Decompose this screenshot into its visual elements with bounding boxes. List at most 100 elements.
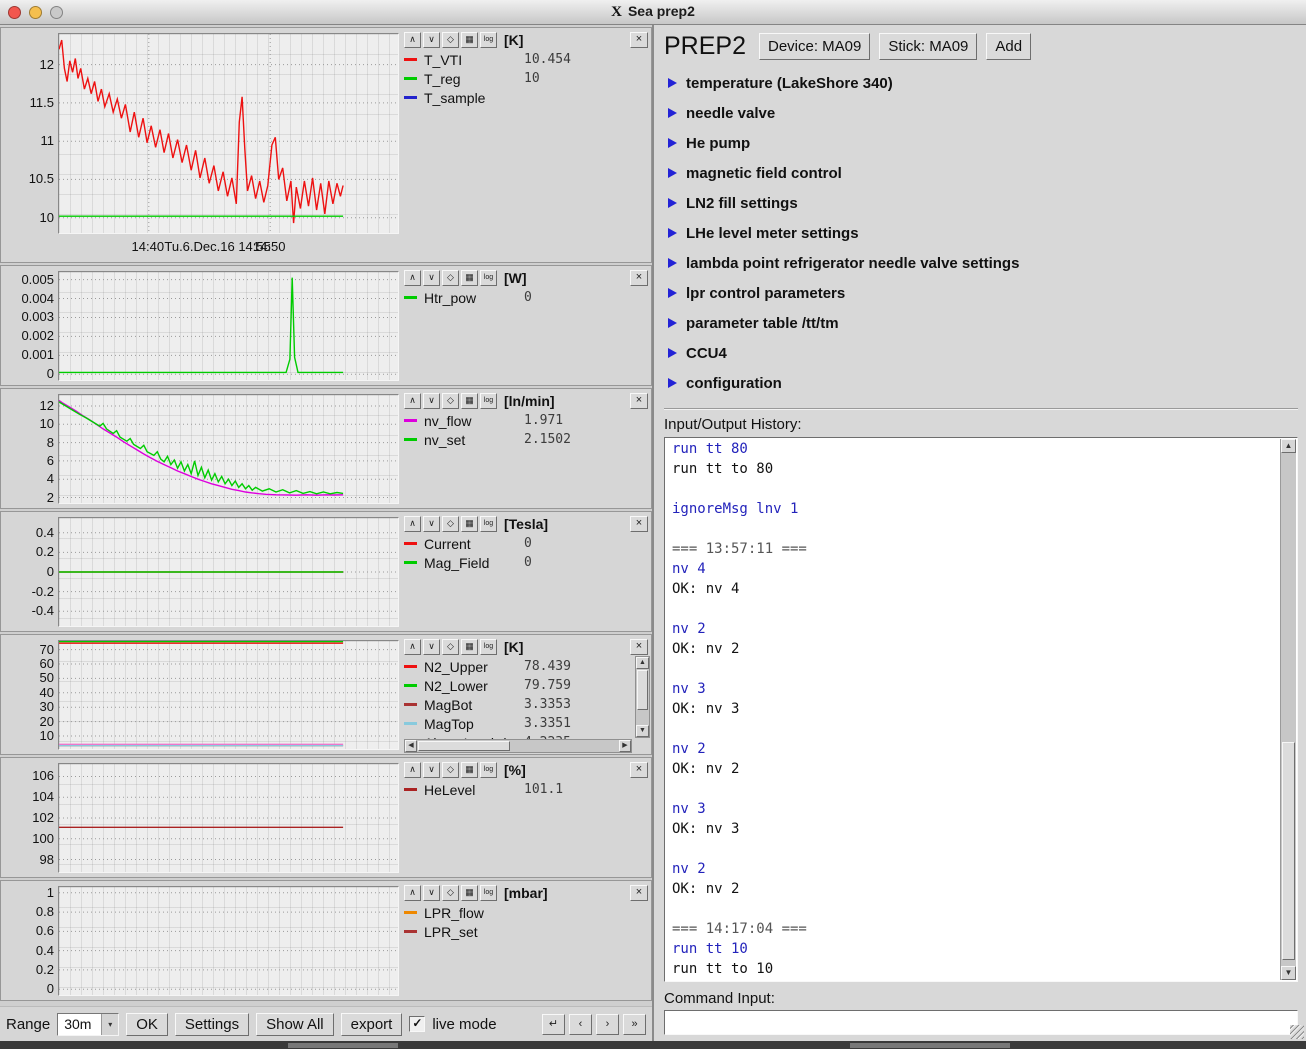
scale-down-button[interactable]: ∨	[423, 270, 440, 286]
scrollbar-down-icon[interactable]: ▼	[1281, 966, 1296, 980]
live-mode-checkbox[interactable]: ✓	[409, 1016, 425, 1032]
legend-vertical-scrollbar[interactable]: ▲ ▼	[635, 656, 650, 738]
legend-item-T_VTI[interactable]: T_VTI10.454	[404, 50, 648, 69]
scale-up-button[interactable]: ∧	[404, 270, 421, 286]
plot-area[interactable]	[58, 640, 399, 750]
step-forward-button[interactable]: ›	[596, 1014, 619, 1035]
legend-item-Current[interactable]: Current0	[404, 534, 648, 553]
legend-item-LPR_set[interactable]: LPR_set	[404, 922, 648, 941]
log-scale-button[interactable]: log	[480, 516, 497, 532]
tree-item[interactable]: needle valve	[664, 98, 1298, 128]
plot-area[interactable]	[58, 763, 399, 873]
close-chart-button[interactable]: ×	[630, 393, 648, 409]
expand-triangle-icon[interactable]	[668, 378, 677, 388]
add-button[interactable]: Add	[986, 33, 1031, 60]
scrollbar-left-icon[interactable]: ◀	[405, 740, 417, 752]
tree-item[interactable]: LHe level meter settings	[664, 218, 1298, 248]
autoscale-button[interactable]: ◇	[442, 516, 459, 532]
log-scale-button[interactable]: log	[480, 393, 497, 409]
log-scale-button[interactable]: log	[480, 270, 497, 286]
close-chart-button[interactable]: ×	[630, 516, 648, 532]
tree-item[interactable]: lambda point refrigerator needle valve s…	[664, 248, 1298, 278]
legend-item-nv_set[interactable]: nv_set2.1502	[404, 430, 648, 449]
plot-area[interactable]	[58, 517, 399, 627]
close-chart-button[interactable]: ×	[630, 270, 648, 286]
scale-up-button[interactable]: ∧	[404, 32, 421, 48]
scrollbar-up-icon[interactable]: ▲	[636, 657, 649, 669]
scale-up-button[interactable]: ∧	[404, 885, 421, 901]
tree-item[interactable]: He pump	[664, 128, 1298, 158]
autoscale-button[interactable]: ◇	[442, 270, 459, 286]
expand-triangle-icon[interactable]	[668, 318, 677, 328]
legend-item-Htr_pow[interactable]: Htr_pow0	[404, 288, 648, 307]
expand-triangle-icon[interactable]	[668, 258, 677, 268]
expand-triangle-icon[interactable]	[668, 168, 677, 178]
close-chart-button[interactable]: ×	[630, 639, 648, 655]
scale-up-button[interactable]: ∧	[404, 762, 421, 778]
scale-down-button[interactable]: ∨	[423, 639, 440, 655]
legend-item-N2_Lower[interactable]: N2_Lower79.759	[404, 676, 648, 695]
grid-button[interactable]: ▦	[461, 885, 478, 901]
tree-item[interactable]: configuration	[664, 368, 1298, 398]
log-scale-button[interactable]: log	[480, 639, 497, 655]
plot-area[interactable]	[58, 271, 399, 381]
expand-triangle-icon[interactable]	[668, 348, 677, 358]
autoscale-button[interactable]: ◇	[442, 393, 459, 409]
grid-button[interactable]: ▦	[461, 270, 478, 286]
autoscale-button[interactable]: ◇	[442, 885, 459, 901]
expand-triangle-icon[interactable]	[668, 138, 677, 148]
scale-up-button[interactable]: ∧	[404, 393, 421, 409]
expand-triangle-icon[interactable]	[668, 228, 677, 238]
scrollbar-up-icon[interactable]: ▲	[1281, 439, 1296, 453]
console-scrollbar[interactable]: ▲ ▼	[1280, 439, 1296, 980]
tree-item[interactable]: temperature (LakeShore 340)	[664, 68, 1298, 98]
legend-item-MagBot[interactable]: MagBot3.3353	[404, 695, 648, 714]
scale-up-button[interactable]: ∧	[404, 516, 421, 532]
ok-button[interactable]: OK	[126, 1013, 168, 1036]
log-scale-button[interactable]: log	[480, 762, 497, 778]
legend-item-T_reg[interactable]: T_reg10	[404, 69, 648, 88]
plot-area[interactable]	[58, 394, 399, 504]
legend-horizontal-scrollbar[interactable]: ◀ ▶	[404, 739, 632, 753]
plot-area[interactable]	[58, 33, 399, 234]
grid-button[interactable]: ▦	[461, 639, 478, 655]
tree-item[interactable]: parameter table /tt/tm	[664, 308, 1298, 338]
legend-item-nv_flow[interactable]: nv_flow1.971	[404, 411, 648, 430]
legend-item-Mag_Field[interactable]: Mag_Field0	[404, 553, 648, 572]
log-scale-button[interactable]: log	[480, 885, 497, 901]
close-chart-button[interactable]: ×	[630, 32, 648, 48]
log-scale-button[interactable]: log	[480, 32, 497, 48]
scale-down-button[interactable]: ∨	[423, 885, 440, 901]
grid-button[interactable]: ▦	[461, 516, 478, 532]
scrollbar-down-icon[interactable]: ▼	[636, 725, 649, 737]
scale-up-button[interactable]: ∧	[404, 639, 421, 655]
command-input[interactable]	[664, 1010, 1298, 1035]
tree-item[interactable]: lpr control parameters	[664, 278, 1298, 308]
range-select[interactable]: 30m ▾	[57, 1013, 119, 1036]
expand-triangle-icon[interactable]	[668, 108, 677, 118]
legend-item-HeLevel[interactable]: HeLevel101.1	[404, 780, 648, 799]
scale-down-button[interactable]: ∨	[423, 32, 440, 48]
legend-item-T_sample[interactable]: T_sample	[404, 88, 648, 107]
scale-down-button[interactable]: ∨	[423, 393, 440, 409]
step-back-button[interactable]: ‹	[569, 1014, 592, 1035]
show-all-button[interactable]: Show All	[256, 1013, 334, 1036]
autoscale-button[interactable]: ◇	[442, 762, 459, 778]
jump-live-button[interactable]: ↵	[542, 1014, 565, 1035]
close-chart-button[interactable]: ×	[630, 885, 648, 901]
scale-down-button[interactable]: ∨	[423, 516, 440, 532]
tree-item[interactable]: CCU4	[664, 338, 1298, 368]
io-history-console[interactable]: run tt 80run tt to 80ignoreMsg lnv 1=== …	[664, 437, 1298, 982]
settings-button[interactable]: Settings	[175, 1013, 249, 1036]
tree-item[interactable]: magnetic field control	[664, 158, 1298, 188]
resize-grip[interactable]	[1290, 1025, 1304, 1039]
expand-triangle-icon[interactable]	[668, 78, 677, 88]
scrollbar-thumb[interactable]	[1282, 742, 1295, 960]
legend-item-LPR_flow[interactable]: LPR_flow	[404, 903, 648, 922]
zoom-window-button[interactable]	[50, 6, 63, 19]
legend-item-N2_Upper[interactable]: N2_Upper78.439	[404, 657, 648, 676]
close-window-button[interactable]	[8, 6, 21, 19]
grid-button[interactable]: ▦	[461, 32, 478, 48]
tree-item[interactable]: LN2 fill settings	[664, 188, 1298, 218]
stick-button[interactable]: Stick: MA09	[879, 33, 977, 60]
